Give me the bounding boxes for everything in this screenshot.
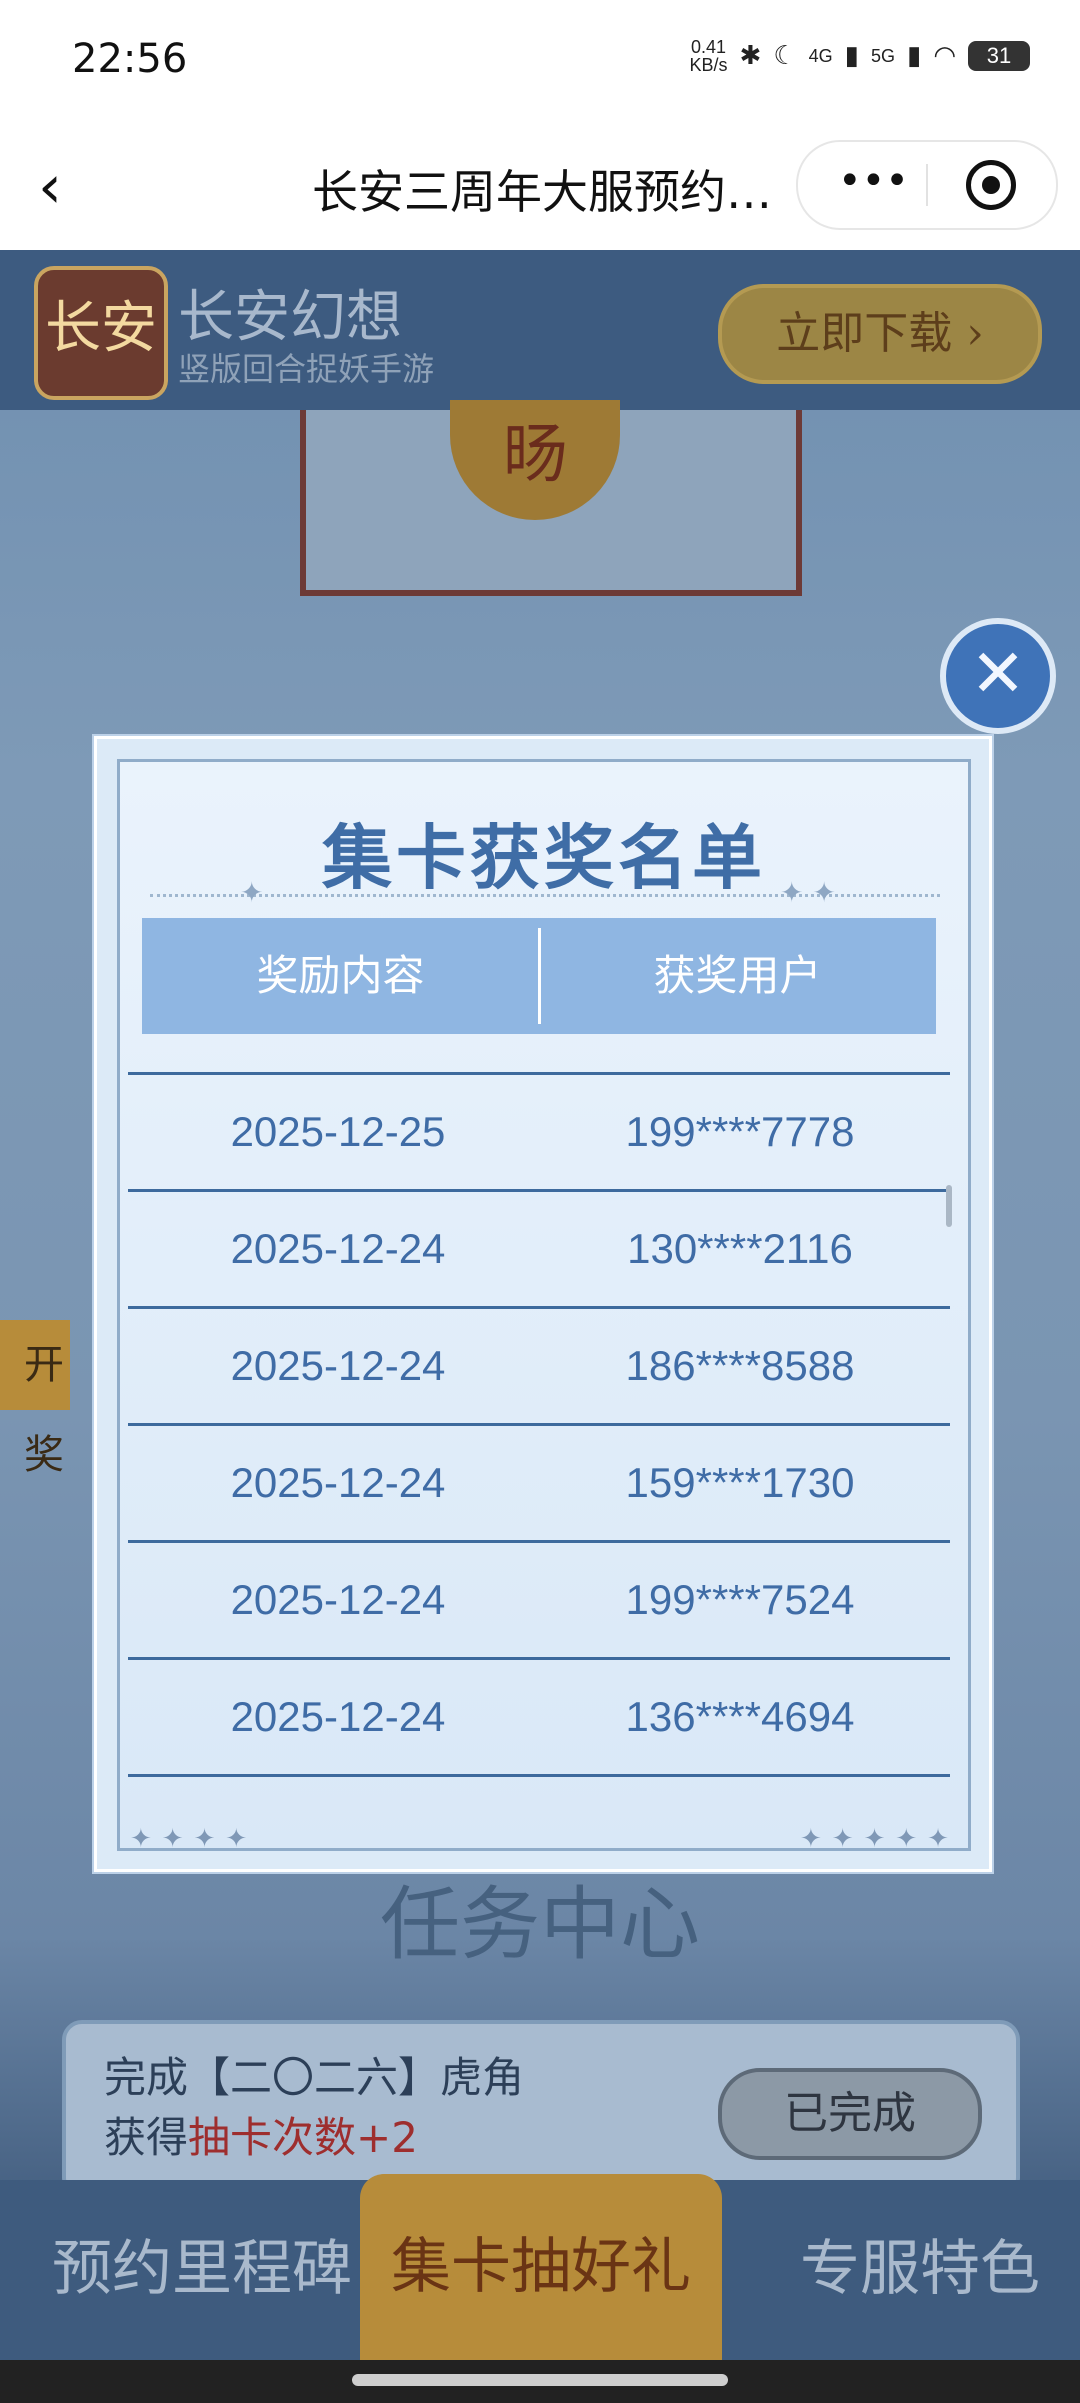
close-miniprogram-icon[interactable] xyxy=(966,160,1016,210)
bluetooth-icon: ✱ xyxy=(739,41,762,71)
row-user: 199****7778 xyxy=(625,1108,855,1155)
sparkle-row-icon-2: ✦✦✦✦✦ xyxy=(800,1824,959,1854)
task-status-button[interactable]: 已完成 xyxy=(718,2068,982,2160)
table-row: 2025-12-24 159****1730 xyxy=(128,1423,950,1540)
home-indicator[interactable] xyxy=(0,2360,1080,2403)
winners-list[interactable]: 2025-12-25 199****7778 2025-12-24 130***… xyxy=(128,1072,950,1817)
tab-milestone[interactable]: 预约里程碑 xyxy=(52,2220,352,2307)
header-reward: 奖励内容 xyxy=(256,951,425,1000)
table-row: 2025-12-24 186****8588 xyxy=(128,1306,950,1423)
winners-modal: 集卡获奖名单 ✦ ✦ ✦ 奖励内容 获奖用户 2025-12-25 199***… xyxy=(94,736,992,1872)
row-date: 2025-12-24 xyxy=(230,1576,446,1623)
game-logo: 长安 xyxy=(34,266,168,400)
row-user: 130****2116 xyxy=(627,1225,853,1272)
tab-server-features[interactable]: 专服特色 xyxy=(800,2220,1040,2307)
modal-panel: 集卡获奖名单 ✦ ✦ ✦ 奖励内容 获奖用户 2025-12-25 199***… xyxy=(117,759,971,1854)
row-date: 2025-12-24 xyxy=(230,1342,446,1389)
sparkle-row-icon: ✦✦✦✦ xyxy=(130,1824,258,1854)
row-date: 2025-12-24 xyxy=(230,1225,446,1272)
game-name: 长安幻想 xyxy=(178,285,402,350)
list-scrollbar[interactable] xyxy=(946,1185,952,1227)
download-button[interactable]: 立即下载 › xyxy=(718,284,1042,384)
table-row: 2025-12-24 132****8313 xyxy=(128,1774,950,1817)
row-date: 2025-12-24 xyxy=(230,1459,446,1506)
more-icon[interactable]: ••• xyxy=(838,158,909,204)
task-card: 完成【二〇二六】虎角 获得抽卡次数+2 已完成 xyxy=(62,2020,1020,2198)
tab-card-draw[interactable]: 集卡抽好礼 xyxy=(360,2174,722,2360)
moon-icon: ☾ xyxy=(773,41,797,71)
close-icon: ✕ xyxy=(970,635,1026,712)
table-row: 2025-12-24 199****7524 xyxy=(128,1540,950,1657)
nav-bar: ‹ 长安三周年大服预约… ••• xyxy=(0,130,1080,250)
table-row: 2025-12-24 130****2116 xyxy=(128,1189,950,1306)
row-date: 2025-12-25 xyxy=(230,1108,446,1155)
row-user: 159****1730 xyxy=(625,1459,855,1506)
status-icons: 0.41 KB/s ✱ ☾ 4G ▮ 5G ▮ ◠ 31 xyxy=(690,38,1030,74)
table-header: 奖励内容 获奖用户 xyxy=(142,918,936,1034)
side-tab-draw[interactable]: 开奖 xyxy=(0,1320,70,1478)
row-date: 2025-12-24 xyxy=(128,1777,548,1817)
game-subtitle: 竖版回合捉妖手游 xyxy=(178,350,435,388)
mini-program-capsule: ••• xyxy=(796,140,1058,230)
sparkle-icon-2: ✦ ✦ xyxy=(780,876,836,909)
sparkle-icon: ✦ xyxy=(240,876,264,909)
bottom-tabbar: 预约里程碑 集卡抽好礼 专服特色 xyxy=(0,2174,1080,2360)
clock: 22:56 xyxy=(72,36,188,82)
network-speed: 0.41 KB/s xyxy=(689,37,728,75)
signal-5g-icon: 5G xyxy=(870,46,895,66)
row-date: 2025-12-24 xyxy=(230,1693,446,1740)
row-user: 132****8313 xyxy=(538,1777,942,1817)
task-description: 完成【二〇二六】虎角 xyxy=(104,2053,525,2102)
signal-4g-icon: 4G xyxy=(808,46,833,66)
page-title: 长安三周年大服预约… xyxy=(312,165,772,219)
signal-bars-icon: ▮ xyxy=(844,41,859,71)
row-user: 186****8588 xyxy=(625,1342,855,1389)
signal-bars-icon-2: ▮ xyxy=(907,41,922,71)
status-bar: 22:56 0.41 KB/s ✱ ☾ 4G ▮ 5G ▮ ◠ 31 xyxy=(0,0,1080,130)
modal-close-button[interactable]: ✕ xyxy=(940,618,1056,734)
back-icon[interactable]: ‹ xyxy=(38,152,62,222)
wifi-icon: ◠ xyxy=(933,41,956,71)
battery-icon: 31 xyxy=(968,41,1030,71)
table-row: 2025-12-25 199****7778 xyxy=(128,1072,950,1189)
capsule-divider xyxy=(926,164,928,206)
row-user: 136****4694 xyxy=(625,1693,855,1740)
row-user: 199****7524 xyxy=(625,1576,855,1623)
task-reward: 获得抽卡次数+2 xyxy=(104,2113,418,2162)
task-center-title: 任务中心 xyxy=(380,1878,700,1971)
app-banner: 长安 长安幻想 竖版回合捉妖手游 立即下载 › xyxy=(0,250,1080,410)
header-user: 获奖用户 xyxy=(653,951,822,1000)
table-row: 2025-12-24 136****4694 xyxy=(128,1657,950,1774)
